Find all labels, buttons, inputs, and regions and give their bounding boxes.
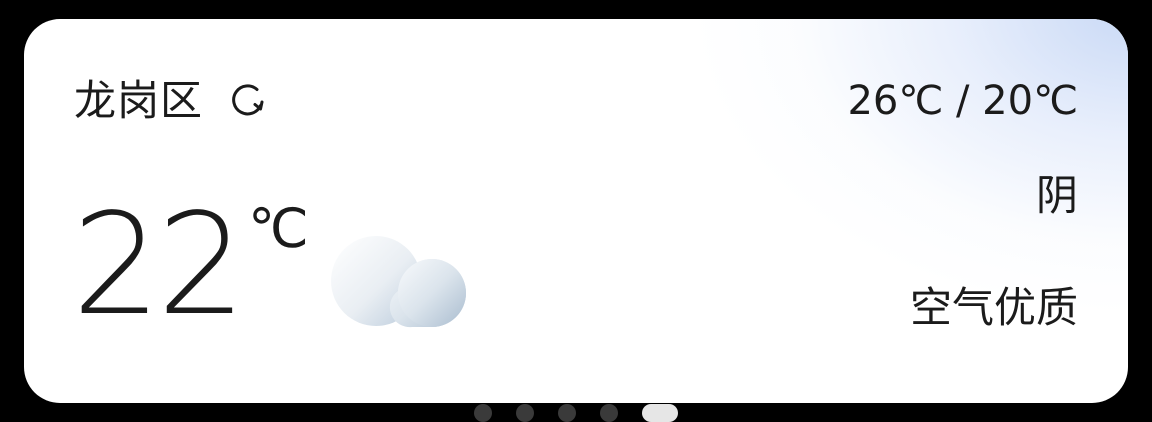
weather-condition: 阴 bbox=[1035, 171, 1078, 220]
page-dot[interactable] bbox=[516, 404, 534, 422]
location-name: 龙岗区 bbox=[74, 76, 204, 125]
refresh-icon[interactable] bbox=[225, 78, 271, 124]
page-dot[interactable] bbox=[474, 404, 492, 422]
temperature-unit: ℃ bbox=[248, 197, 309, 260]
current-temperature: 22 ℃ bbox=[72, 191, 309, 341]
temperature-value: 22 bbox=[72, 184, 246, 347]
page-dot[interactable] bbox=[558, 404, 576, 422]
temperature-range: 26℃ / 20℃ bbox=[847, 78, 1078, 124]
page-indicator[interactable] bbox=[474, 404, 678, 422]
page-dot[interactable] bbox=[600, 404, 618, 422]
cloud-icon bbox=[331, 236, 466, 328]
weather-card[interactable]: 龙岗区 22 ℃ 26℃ / 20℃ 阴 空气优质 bbox=[24, 19, 1128, 403]
air-quality-label[interactable]: 空气优质 bbox=[910, 281, 1078, 335]
refresh-icon-glyph bbox=[232, 84, 264, 116]
screen: 龙岗区 22 ℃ 26℃ / 20℃ 阴 空气优质 bbox=[0, 0, 1152, 422]
location-row: 龙岗区 bbox=[74, 75, 271, 127]
page-dot-active[interactable] bbox=[642, 404, 678, 422]
